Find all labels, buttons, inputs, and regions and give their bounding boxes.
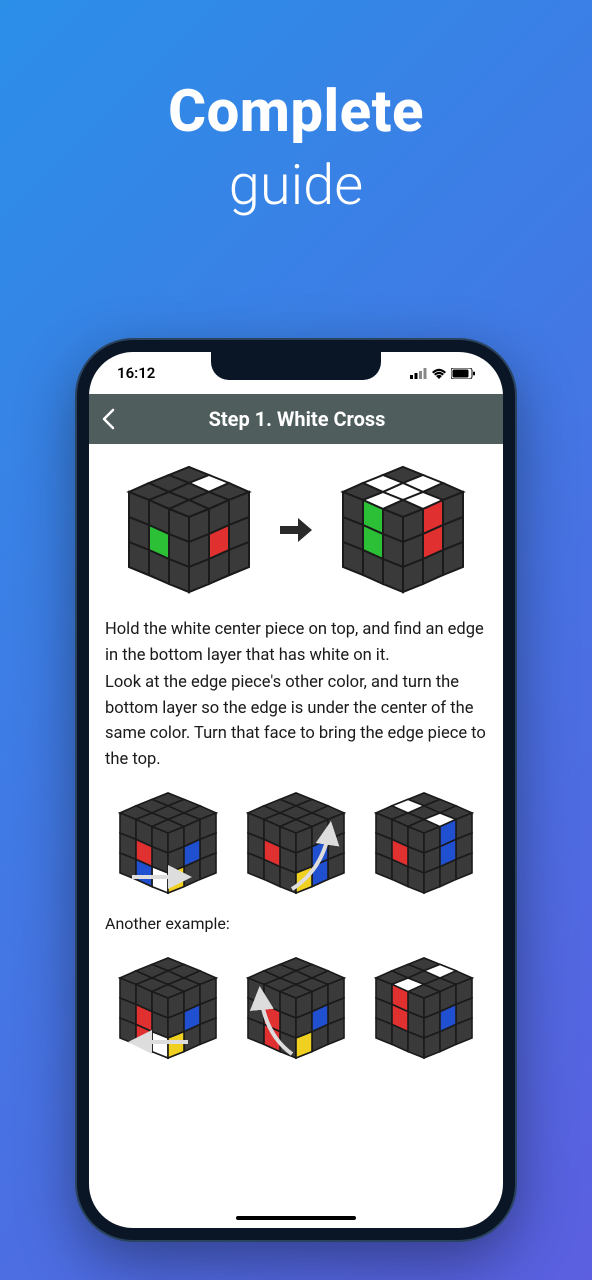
cube-step-5 [236,953,356,1063]
guide-content[interactable]: Hold the white center piece on top, and … [89,444,503,1095]
marketing-hero: Complete guide [0,0,592,218]
cube-step-2 [236,788,356,898]
page-title: Step 1. White Cross [127,407,467,431]
hero-title-bold: Complete [0,78,592,146]
phone-screen: 16:12 Step 1. White Cross [89,352,503,1228]
cube-after [328,462,478,597]
instruction-paragraph-2: Look at the edge piece's other color, an… [105,670,487,772]
instruction-paragraph-1: Hold the white center piece on top, and … [105,617,487,668]
cube-step-6 [364,953,484,1063]
phone-notch [211,352,381,380]
cube-step-4 [108,953,228,1063]
chevron-left-icon [101,408,115,430]
battery-icon [451,368,475,379]
cube-sequence-row-2 [105,953,487,1063]
back-button[interactable] [101,408,115,430]
cube-step-3 [364,788,484,898]
phone-mockup: 16:12 Step 1. White Cross [77,340,515,1240]
cube-sequence-row-1 [105,788,487,898]
cube-transition-row [105,462,487,597]
signal-icon [410,368,427,379]
cube-before [114,462,264,597]
cube-step-1 [108,788,228,898]
hero-title-light: guide [0,152,592,218]
sub-heading: Another example: [105,912,487,937]
nav-bar: Step 1. White Cross [89,394,503,444]
status-icons [410,368,475,379]
wifi-icon [431,368,447,379]
arrow-right-icon [278,516,314,544]
home-indicator[interactable] [236,1216,356,1220]
status-time: 16:12 [117,364,155,382]
